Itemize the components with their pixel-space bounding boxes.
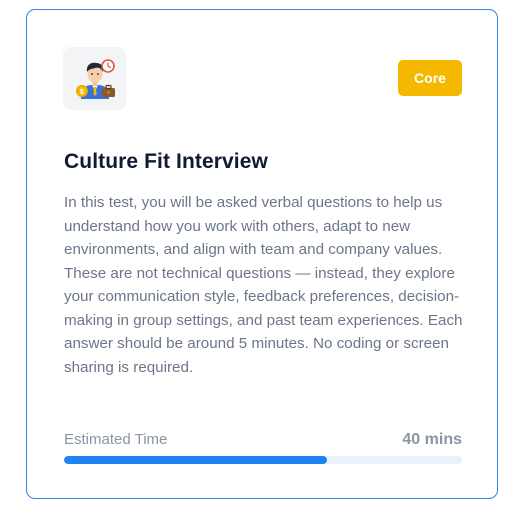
card-description: In this test, you will be asked verbal q… — [64, 194, 463, 376]
estimated-time-label: Estimated Time — [64, 431, 168, 448]
card-title: Culture Fit Interview — [64, 150, 268, 173]
test-card[interactable]: $ Core Culture Fit Interview In this tes… — [26, 9, 498, 499]
progress-bar — [64, 456, 462, 464]
businessman-icon: $ — [63, 47, 126, 110]
estimated-time-row: Estimated Time 40 mins — [64, 431, 462, 449]
progress-fill — [64, 456, 327, 464]
core-badge: Core — [398, 60, 462, 96]
estimated-time-value: 40 mins — [402, 431, 462, 448]
